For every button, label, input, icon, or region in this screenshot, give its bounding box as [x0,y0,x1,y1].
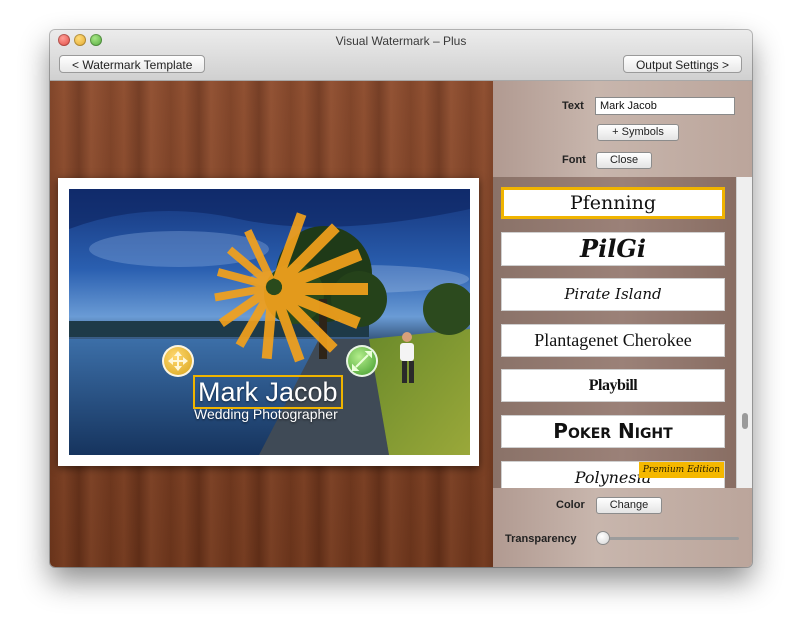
watermark-subtitle-text[interactable]: Wedding Photographer [194,406,338,422]
app-window: Visual Watermark – Plus < Watermark Temp… [50,30,752,567]
watermark-name-text[interactable]: Mark Jacob [193,375,343,409]
font-list-scroll-thumb[interactable] [742,413,748,429]
color-label: Color [556,499,585,511]
font-item-pfenning[interactable]: Pfenning [501,187,725,219]
font-list: Pfenning PilGi Pirate Island Plantagenet… [493,177,752,488]
arrows-move-icon [168,351,188,371]
window-title: Visual Watermark – Plus [335,34,467,48]
settings-panel: Text Mark Jacob + Symbols Font Close Pfe… [493,81,752,567]
font-item-plantagenet-cherokee[interactable]: Plantagenet Cherokee [501,324,725,357]
watermark-template-button[interactable]: < Watermark Template [59,55,206,73]
wood-canvas: Mark Jacob Wedding Photographer [50,81,493,567]
transparency-slider-knob[interactable] [596,531,610,545]
font-item-polynesia[interactable]: Polynesia Premium Edition [501,461,725,488]
transparency-slider-track[interactable] [601,537,739,540]
symbols-button[interactable]: + Symbols [597,124,679,141]
photo-frame [58,178,479,466]
text-input[interactable]: Mark Jacob [595,97,735,115]
resize-handle-icon[interactable] [346,345,378,377]
font-item-pilgi[interactable]: PilGi [501,232,725,266]
move-handle-icon[interactable] [162,345,194,377]
output-settings-button[interactable]: Output Settings > [622,55,742,73]
font-close-button[interactable]: Close [596,152,652,169]
font-item-playbill[interactable]: Playbill [501,369,725,402]
font-item-pirate-island[interactable]: Pirate Island [501,278,725,311]
title-bar: Visual Watermark – Plus < Watermark Temp… [50,30,752,81]
font-list-scrollbar[interactable] [736,177,752,488]
color-change-button[interactable]: Change [596,497,662,514]
text-label: Text [562,100,584,112]
premium-edition-badge: Premium Edition [638,462,724,478]
font-label: Font [562,154,586,166]
transparency-label: Transparency [505,533,577,545]
font-item-poker-night[interactable]: Poker Night [501,415,725,448]
arrows-resize-icon [352,351,372,371]
